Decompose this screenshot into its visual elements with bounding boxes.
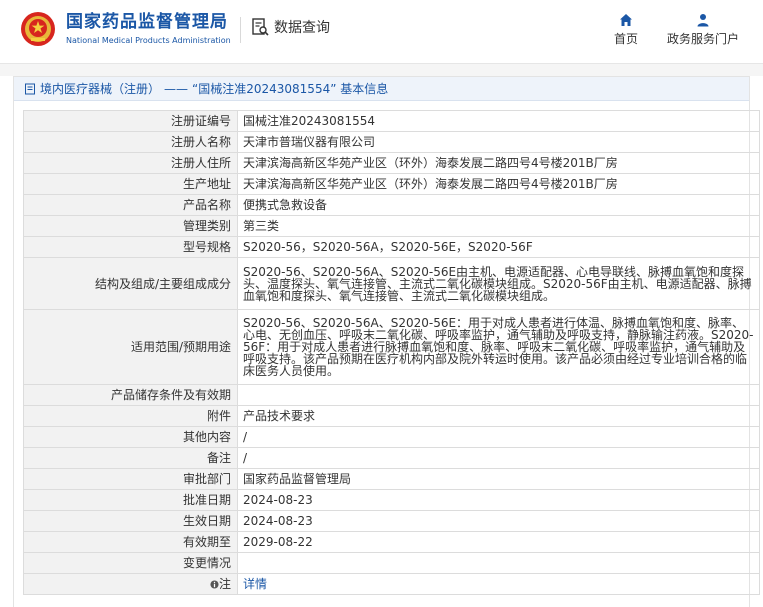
table-row: 附件 产品技术要求 [23, 405, 760, 427]
field-value: 2029-08-22 [237, 531, 760, 553]
field-label: 结构及组成/主要组成成分 [23, 257, 238, 310]
main-panel: 境内医疗器械（注册） —— “国械注准20243081554” 基本信息 注册证… [13, 76, 760, 607]
field-value [237, 384, 760, 406]
table-row: 注 详情 [23, 573, 760, 595]
info-icon [210, 580, 219, 589]
field-label: 生效日期 [23, 510, 238, 532]
document-icon [25, 83, 35, 94]
field-label: 注册人住所 [23, 152, 238, 174]
table-row: 审批部门 国家药品监督管理局 [23, 468, 760, 490]
field-label: 生产地址 [23, 173, 238, 195]
field-value: 天津市普瑞仪器有限公司 [237, 131, 760, 153]
field-label: 注册证编号 [23, 110, 238, 132]
field-label: 其他内容 [23, 426, 238, 448]
field-value: 国家药品监督管理局 [237, 468, 760, 490]
table-row: 型号规格 S2020-56，S2020-56A，S2020-56E，S2020-… [23, 236, 760, 258]
site-logo[interactable]: 国家药品监督管理局 National Medical Products Admi… [20, 11, 231, 47]
table-row: 批准日期 2024-08-23 [23, 489, 760, 511]
nav-home-label: 首页 [614, 32, 639, 46]
data-query-link[interactable]: 数据查询 [250, 17, 330, 37]
breadcrumb: 境内医疗器械（注册） —— “国械注准20243081554” 基本信息 [14, 77, 749, 101]
table-row: 其他内容 / [23, 426, 760, 448]
field-label: 附件 [23, 405, 238, 427]
table-row: 结构及组成/主要组成成分 S2020-56、S2020-56A、S2020-56… [23, 257, 760, 310]
site-name-english: National Medical Products Administration [66, 36, 231, 45]
field-label: 有效期至 [23, 531, 238, 553]
field-value: 2024-08-23 [237, 489, 760, 511]
table-row: 产品名称 便携式急救设备 [23, 194, 760, 216]
nav-service-portal-label: 政务服务门户 [667, 32, 740, 46]
field-label: 产品储存条件及有效期 [23, 384, 238, 406]
data-query-label: 数据查询 [274, 20, 330, 36]
field-value: 便携式急救设备 [237, 194, 760, 216]
table-row: 适用范围/预期用途 S2020-56、S2020-56A、S2020-56E：用… [23, 309, 760, 385]
field-value: 天津滨海高新区华苑产业区（环外）海泰发展二路四号4号楼201B厂房 [237, 173, 760, 195]
details-link[interactable]: 详情 [243, 577, 267, 591]
field-value: S2020-56，S2020-56A，S2020-56E，S2020-56F [237, 236, 760, 258]
nav-home[interactable]: 首页 [614, 13, 638, 47]
data-query-icon [252, 18, 269, 36]
field-label: 适用范围/预期用途 [23, 309, 238, 385]
breadcrumb-category[interactable]: 境内医疗器械（注册） [40, 80, 160, 97]
national-emblem-icon [21, 12, 55, 46]
field-value: 2024-08-23 [237, 510, 760, 532]
field-value: 第三类 [237, 215, 760, 237]
table-row: 注册证编号 国械注准20243081554 [23, 110, 760, 132]
table-row: 注册人名称 天津市普瑞仪器有限公司 [23, 131, 760, 153]
field-value: 天津滨海高新区华苑产业区（环外）海泰发展二路四号4号楼201B厂房 [237, 152, 760, 174]
header-divider [240, 17, 241, 43]
site-name: 国家药品监督管理局 [66, 12, 228, 32]
field-value-cell: 详情 [237, 573, 760, 595]
field-value: / [237, 447, 760, 469]
table-row: 注册人住所 天津滨海高新区华苑产业区（环外）海泰发展二路四号4号楼201B厂房 [23, 152, 760, 174]
field-value: 产品技术要求 [237, 405, 760, 427]
field-value: / [237, 426, 760, 448]
note-label-cell: 注 [23, 573, 238, 595]
field-label: 批准日期 [23, 489, 238, 511]
header-gap [0, 64, 763, 76]
home-icon [620, 14, 632, 26]
table-row: 生效日期 2024-08-23 [23, 510, 760, 532]
field-label: 审批部门 [23, 468, 238, 490]
table-row: 有效期至 2029-08-22 [23, 531, 760, 553]
user-icon [697, 14, 709, 27]
field-value: S2020-56、S2020-56A、S2020-56E：用于对成人患者进行体温… [237, 309, 760, 385]
field-value: 国械注准20243081554 [237, 110, 760, 132]
record-table: 注册证编号 国械注准20243081554 注册人名称 天津市普瑞仪器有限公司 … [23, 110, 760, 595]
site-header: 国家药品监督管理局 National Medical Products Admi… [0, 0, 763, 64]
field-label: 备注 [23, 447, 238, 469]
nav-service-portal[interactable]: 政务服务门户 [667, 13, 739, 47]
table-row: 备注 / [23, 447, 760, 469]
field-label: 产品名称 [23, 194, 238, 216]
field-label: 注 [218, 577, 231, 591]
field-label: 注册人名称 [23, 131, 238, 153]
field-label: 变更情况 [23, 552, 238, 574]
field-value: S2020-56、S2020-56A、S2020-56E由主机、电源适配器、心电… [237, 257, 760, 310]
field-label: 管理类别 [23, 215, 238, 237]
table-row: 管理类别 第三类 [23, 215, 760, 237]
field-value [237, 552, 760, 574]
table-row: 变更情况 [23, 552, 760, 574]
breadcrumb-separator: —— [164, 81, 189, 96]
table-row: 产品储存条件及有效期 [23, 384, 760, 406]
table-row: 生产地址 天津滨海高新区华苑产业区（环外）海泰发展二路四号4号楼201B厂房 [23, 173, 760, 195]
field-label: 型号规格 [23, 236, 238, 258]
page-title: “国械注准20243081554” 基本信息 [192, 82, 389, 96]
